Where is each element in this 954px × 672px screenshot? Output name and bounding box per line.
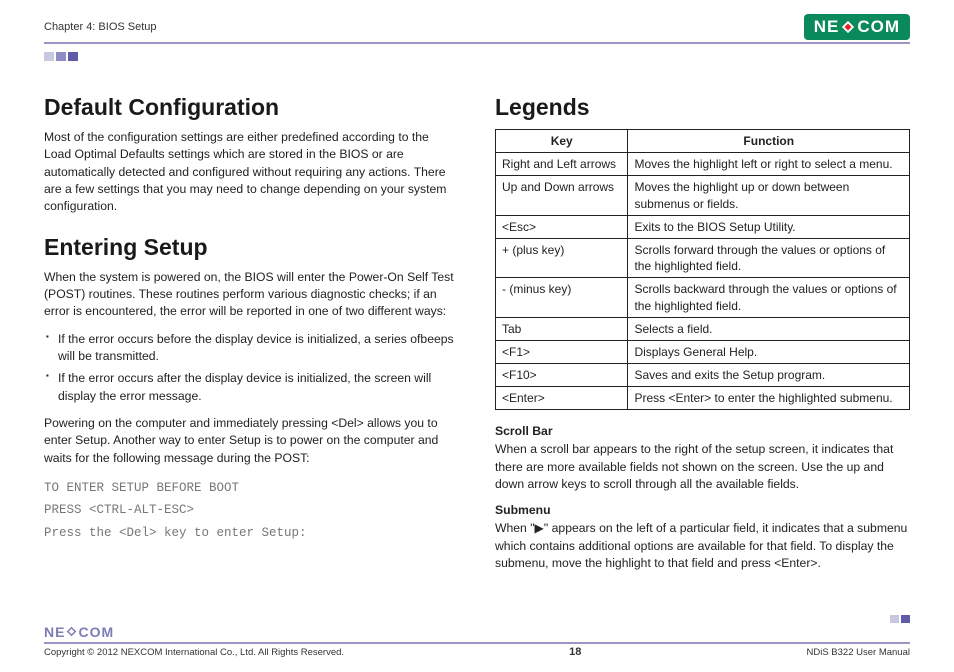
mono-line: Press the <Del> key to enter Setup: <box>44 522 459 545</box>
manual-name: NDiS B322 User Manual <box>807 647 911 658</box>
cell-key: + (plus key) <box>496 238 628 277</box>
cell-function: Scrolls forward through the values or op… <box>628 238 910 277</box>
table-row: <F10>Saves and exits the Setup program. <box>496 364 910 387</box>
cell-key: <F10> <box>496 364 628 387</box>
error-list: If the error occurs before the display d… <box>44 331 459 405</box>
para-default-config: Most of the configuration settings are e… <box>44 129 459 216</box>
mono-block: TO ENTER SETUP BEFORE BOOT PRESS <CTRL-A… <box>44 477 459 545</box>
cell-key: <F1> <box>496 340 628 363</box>
cell-key: <Esc> <box>496 215 628 238</box>
para-entering-setup-1: When the system is powered on, the BIOS … <box>44 269 459 321</box>
footer-brand-logo: NE COM <box>44 624 114 640</box>
brand-x-icon <box>840 19 856 35</box>
table-row: Right and Left arrowsMoves the highlight… <box>496 153 910 176</box>
mono-line: TO ENTER SETUP BEFORE BOOT <box>44 477 459 500</box>
cell-key: Up and Down arrows <box>496 176 628 215</box>
cell-key: - (minus key) <box>496 278 628 317</box>
brand-text-2: COM <box>78 624 114 640</box>
cell-function: Selects a field. <box>628 317 910 340</box>
mono-line: PRESS <CTRL-ALT-ESC> <box>44 499 459 522</box>
cell-function: Moves the highlight left or right to sel… <box>628 153 910 176</box>
legends-table: Key Function Right and Left arrowsMoves … <box>495 129 910 410</box>
heading-default-config: Default Configuration <box>44 94 459 121</box>
th-function: Function <box>628 130 910 153</box>
table-row: <Esc>Exits to the BIOS Setup Utility. <box>496 215 910 238</box>
heading-legends: Legends <box>495 94 910 121</box>
table-row: Up and Down arrowsMoves the highlight up… <box>496 176 910 215</box>
list-item: If the error occurs after the display de… <box>44 370 459 405</box>
cell-key: Right and Left arrows <box>496 153 628 176</box>
header-bar: Chapter 4: BIOS Setup NE COM <box>44 14 910 44</box>
cell-key: Tab <box>496 317 628 340</box>
brand-x-icon <box>66 624 77 640</box>
heading-entering-setup: Entering Setup <box>44 234 459 261</box>
right-column: Legends Key Function Right and Left arro… <box>495 94 910 582</box>
cell-function: Exits to the BIOS Setup Utility. <box>628 215 910 238</box>
table-row: <F1>Displays General Help. <box>496 340 910 363</box>
page-number: 18 <box>569 646 581 658</box>
para-scrollbar: When a scroll bar appears to the right o… <box>495 441 910 493</box>
list-item: If the error occurs before the display d… <box>44 331 459 366</box>
content-columns: Default Configuration Most of the config… <box>44 94 910 582</box>
subhead-submenu: Submenu <box>495 503 910 517</box>
cell-key: <Enter> <box>496 387 628 410</box>
table-row: - (minus key)Scrolls backward through th… <box>496 278 910 317</box>
footer-line: Copyright © 2012 NEXCOM International Co… <box>44 642 910 658</box>
brand-text-1: NE <box>814 17 840 37</box>
copyright-text: Copyright © 2012 NEXCOM International Co… <box>44 647 344 658</box>
para-entering-setup-2: Powering on the computer and immediately… <box>44 415 459 467</box>
cell-function: Press <Enter> to enter the highlighted s… <box>628 387 910 410</box>
table-row: + (plus key)Scrolls forward through the … <box>496 238 910 277</box>
chapter-label: Chapter 4: BIOS Setup <box>44 21 157 33</box>
brand-text-2: COM <box>857 17 900 37</box>
brand-logo: NE COM <box>804 14 910 40</box>
th-key: Key <box>496 130 628 153</box>
cell-function: Saves and exits the Setup program. <box>628 364 910 387</box>
footer: NE COM Copyright © 2012 NEXCOM Internati… <box>44 624 910 658</box>
para-submenu: When "▶" appears on the left of a partic… <box>495 520 910 572</box>
left-column: Default Configuration Most of the config… <box>44 94 459 582</box>
table-row: TabSelects a field. <box>496 317 910 340</box>
header-decor-squares <box>44 50 910 64</box>
table-row: <Enter>Press <Enter> to enter the highli… <box>496 387 910 410</box>
cell-function: Displays General Help. <box>628 340 910 363</box>
cell-function: Scrolls backward through the values or o… <box>628 278 910 317</box>
brand-text-1: NE <box>44 624 65 640</box>
footer-decor-squares <box>888 612 910 626</box>
cell-function: Moves the highlight up or down between s… <box>628 176 910 215</box>
subhead-scrollbar: Scroll Bar <box>495 424 910 438</box>
